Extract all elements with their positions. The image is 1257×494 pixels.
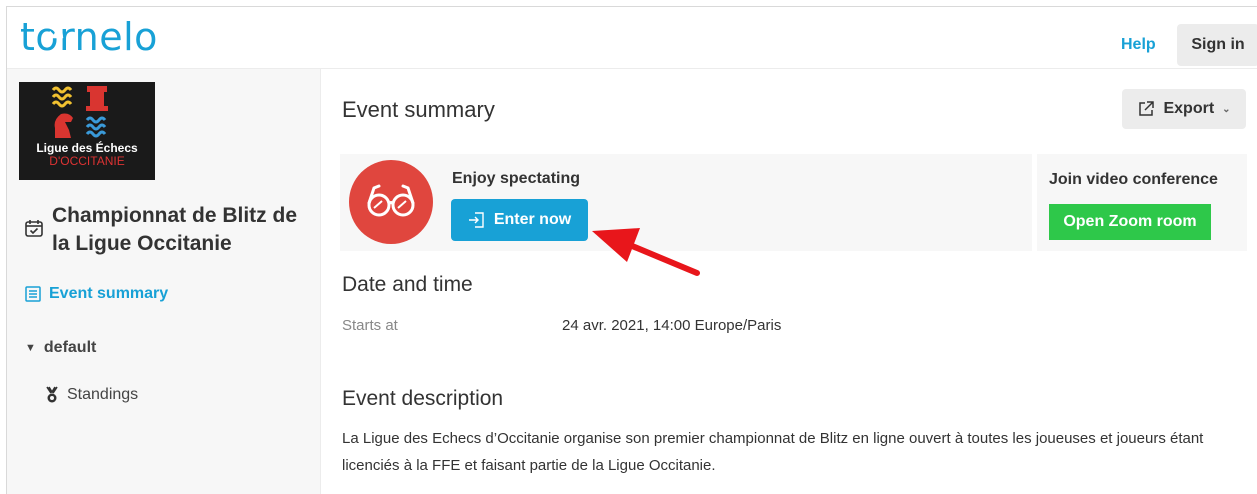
page-title: Event summary — [342, 97, 495, 122]
export-label: Export — [1163, 100, 1215, 117]
sidebar-item-label: Event summary — [49, 285, 169, 302]
logo-text: tornelo — [20, 15, 158, 59]
spectate-label: Enjoy spectating — [452, 170, 581, 187]
logo-crown-icon — [48, 29, 64, 39]
tornelo-logo[interactable]: tornelo — [20, 15, 158, 59]
sidebar-item-standings[interactable]: Standings — [45, 386, 138, 404]
external-link-icon — [1139, 101, 1155, 116]
sidebar-group-label: default — [43, 339, 97, 356]
enter-now-button[interactable]: Enter now — [451, 199, 588, 241]
video-conference-card: Join video conference Open Zoom room — [1037, 154, 1247, 251]
org-logo-name: Ligue des Échecs — [36, 141, 138, 155]
help-link[interactable]: Help — [1121, 36, 1156, 54]
chevron-down-icon: ⌄ — [1222, 103, 1231, 115]
sidebar-item-label: Standings — [67, 386, 139, 403]
glasses-icon — [367, 184, 415, 217]
export-button[interactable]: Export ⌄ — [1122, 89, 1246, 129]
organization-logo: Ligue des Échecs D'OCCITANIE — [19, 82, 155, 180]
top-header: tornelo Help Sign in — [7, 7, 1257, 69]
starts-at-label: Starts at — [342, 317, 398, 334]
enter-now-label: Enter now — [493, 211, 572, 228]
date-time-heading: Date and time — [342, 273, 473, 296]
org-logo-emblem-icon — [51, 86, 108, 138]
video-conference-label: Join video conference — [1049, 171, 1218, 188]
sidebar-group-default[interactable]: ▼ default — [25, 339, 96, 357]
event-description-heading: Event description — [342, 387, 504, 410]
calendar-icon — [25, 220, 43, 237]
open-zoom-room-button[interactable]: Open Zoom room — [1049, 204, 1211, 240]
medal-icon — [46, 386, 58, 403]
sign-in-button[interactable]: Sign in — [1177, 24, 1257, 66]
spectate-card: Enjoy spectating Enter now — [340, 154, 1032, 251]
starts-at-value: 24 avr. 2021, 14:00 Europe/Paris — [562, 317, 782, 334]
event-title: Championnat de Blitz de la Ligue Occitan… — [52, 204, 298, 255]
spectate-avatar — [349, 160, 433, 244]
event-description-text: La Ligue des Echecs d’Occitanie organise… — [342, 430, 1204, 474]
sidebar-item-event-summary[interactable]: Event summary — [25, 285, 168, 303]
main-content: Event summary Export ⌄ Enjoy spectating — [322, 69, 1257, 494]
triangle-down-icon: ▼ — [25, 342, 36, 354]
sidebar: Ligue des Échecs D'OCCITANIE Championnat… — [7, 69, 321, 494]
enter-icon — [468, 212, 484, 228]
list-icon — [25, 286, 41, 302]
org-logo-region: D'OCCITANIE — [49, 154, 125, 168]
